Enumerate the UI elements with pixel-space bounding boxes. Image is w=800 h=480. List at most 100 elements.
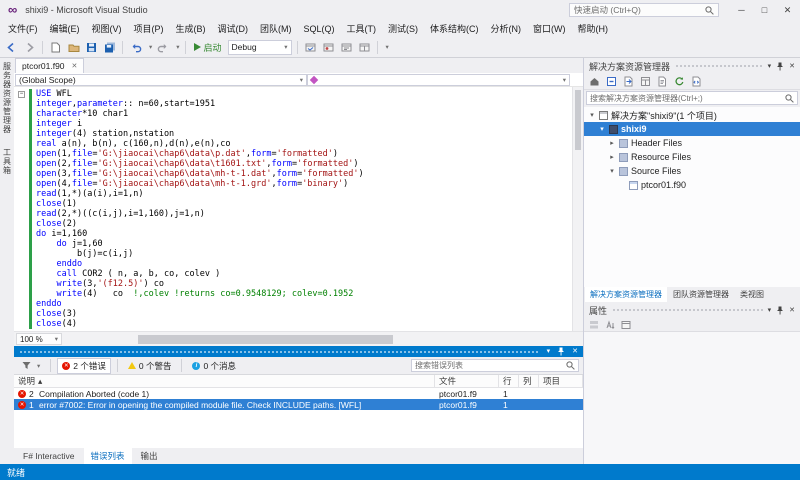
start-debug-button[interactable]: 启动 [191,41,225,54]
editor-horizontal-scrollbar[interactable] [66,332,581,347]
save-all-icon[interactable] [102,40,117,55]
properties-icon[interactable] [640,76,651,87]
tree-item-6[interactable]: ptcor01.f90 [584,178,800,192]
errors-filter-button[interactable]: 2 个错误 [57,358,111,374]
menu-item-14[interactable]: 帮助(H) [572,20,615,37]
expander-icon[interactable]: ▾ [598,125,606,133]
bottom-tab-2[interactable]: 错误列表 [84,448,132,464]
code-line-4[interactable]: integer i [14,119,572,129]
scrollbar-thumb[interactable] [138,335,393,344]
undo-icon[interactable] [128,40,143,55]
maximize-button[interactable]: □ [758,0,771,20]
debug-configuration-combo[interactable]: Debug ▾ [228,40,292,55]
error-column-header-2[interactable]: 文件 [435,375,499,387]
expander-icon[interactable]: ▸ [608,139,616,147]
window-position-icon[interactable]: ▾ [768,305,772,316]
refresh-icon[interactable] [674,76,685,87]
code-line-12[interactable]: close(1) [14,199,572,209]
code-line-24[interactable]: close(4) [14,319,572,329]
navigate-forward-icon[interactable] [22,40,37,55]
tree-item-4[interactable]: ▸Resource Files [584,150,800,164]
code-line-23[interactable]: close(3) [14,309,572,319]
side-tab-2[interactable]: 工具箱 [2,148,13,175]
menu-item-4[interactable]: 项目(P) [128,20,170,37]
close-icon[interactable]: ✕ [789,305,795,316]
error-column-header-1[interactable]: 说明▴ [14,375,435,387]
home-icon[interactable] [589,76,600,87]
pin-icon[interactable] [776,306,784,315]
show-all-files-icon[interactable] [657,76,668,87]
code-line-9[interactable]: open(3,file='G:\jiaocai\chap6\data\mh-t-… [14,169,572,179]
save-icon[interactable] [84,40,99,55]
output-window-icon[interactable] [357,40,372,55]
collapse-all-icon[interactable] [606,76,617,87]
minimize-button[interactable]: ─ [735,0,748,20]
close-icon[interactable]: ✕ [572,346,578,357]
menu-item-1[interactable]: 文件(F) [2,20,44,37]
code-line-8[interactable]: open(2,file='G:\jiaocai\chap6\data\t1601… [14,159,572,169]
solution-explorer-header[interactable]: 解决方案资源管理器 ▾ ✕ [584,58,800,74]
panel-tab-2[interactable]: 团队资源管理器 [668,287,734,302]
window-position-icon[interactable]: ▾ [547,346,551,357]
menu-item-13[interactable]: 窗口(W) [527,20,572,37]
menu-item-12[interactable]: 分析(N) [485,20,528,37]
navigate-backward-icon[interactable] [4,40,19,55]
undo-dropdown-icon[interactable]: ▾ [149,43,152,51]
code-line-3[interactable]: character*10 char1 [14,109,572,119]
expander-icon[interactable]: ▾ [588,111,596,119]
code-line-2[interactable]: integer,parameter:: n=60,start=1951 [14,99,572,109]
watch-window-icon[interactable] [339,40,354,55]
code-line-6[interactable]: real a(n), b(n), c(160,n),d(n),e(n),co [14,139,572,149]
error-column-header-3[interactable]: 行 [499,375,519,387]
redo-dropdown-icon[interactable]: ▾ [176,43,179,51]
error-list-title-bar[interactable]: ▾ ✕ [14,346,583,357]
code-line-5[interactable]: integer(4) station,nstation [14,129,572,139]
new-file-icon[interactable] [48,40,63,55]
close-button[interactable]: ✕ [781,0,794,20]
error-column-header-4[interactable]: 列 [519,375,539,387]
fold-collapse-icon[interactable]: − [18,91,25,98]
error-row-2[interactable]: 1error #7002: Error in opening the compi… [14,399,583,410]
tab-close-icon[interactable]: ✕ [72,62,78,70]
messages-filter-button[interactable]: 0 个消息 [188,359,240,373]
tree-item-2[interactable]: ▾shixi9 [584,122,800,136]
menu-item-9[interactable]: 工具(T) [341,20,383,37]
filter-button[interactable]: ▾ [18,360,44,371]
expander-icon[interactable]: ▾ [608,167,616,175]
property-pages-icon[interactable] [621,320,631,330]
properties-header[interactable]: 属性 ▾ ✕ [584,302,800,318]
menu-item-6[interactable]: 调试(D) [212,20,255,37]
code-line-10[interactable]: open(4,file='G:\jiaocai\chap6\data\mh-t-… [14,179,572,189]
editor-vertical-scrollbar[interactable] [572,87,583,331]
pin-icon[interactable] [557,347,565,356]
error-list-search[interactable]: 搜索错误列表 [411,359,579,372]
open-file-icon[interactable] [66,40,81,55]
toolbar-options-button[interactable]: ▾ [386,43,389,51]
tree-item-3[interactable]: ▸Header Files [584,136,800,150]
sync-with-active-document-icon[interactable] [623,76,634,87]
code-editor[interactable]: −USE WFLinteger,parameter:: n=60,start=1… [14,87,583,331]
menu-item-7[interactable]: 团队(M) [254,20,298,37]
warnings-filter-button[interactable]: 0 个警告 [124,359,176,373]
scope-dropdown[interactable]: (Global Scope) ▾ [15,74,307,86]
zoom-dropdown[interactable]: 100 % ▾ [16,333,62,345]
menu-item-10[interactable]: 测试(S) [382,20,424,37]
code-line-16[interactable]: do j=1,60 [14,239,572,249]
code-line-7[interactable]: open(1,file='G:\jiaocai\chap6\data\p.dat… [14,149,572,159]
panel-tab-1[interactable]: 解决方案资源管理器 [585,287,667,302]
scrollbar-thumb[interactable] [575,90,581,150]
expander-icon[interactable]: ▸ [608,153,616,161]
bottom-tab-3[interactable]: 输出 [134,448,165,464]
error-row-1[interactable]: 2Compilation Aborted (code 1)ptcor01.f91 [14,388,583,399]
member-dropdown[interactable]: ▾ [307,74,570,86]
code-line-17[interactable]: b(j)=c(i,j) [14,249,572,259]
drag-grip[interactable] [612,308,763,312]
code-line-13[interactable]: read(2,*)((c(i,j),i=1,160),j=1,n) [14,209,572,219]
build-icon[interactable] [303,40,318,55]
code-line-18[interactable]: enddo [14,259,572,269]
code-line-1[interactable]: −USE WFL [14,89,572,99]
menu-item-2[interactable]: 编辑(E) [44,20,86,37]
menu-item-11[interactable]: 体系结构(C) [424,20,485,37]
alphabetical-sort-icon[interactable] [605,320,615,330]
menu-item-5[interactable]: 生成(B) [170,20,212,37]
